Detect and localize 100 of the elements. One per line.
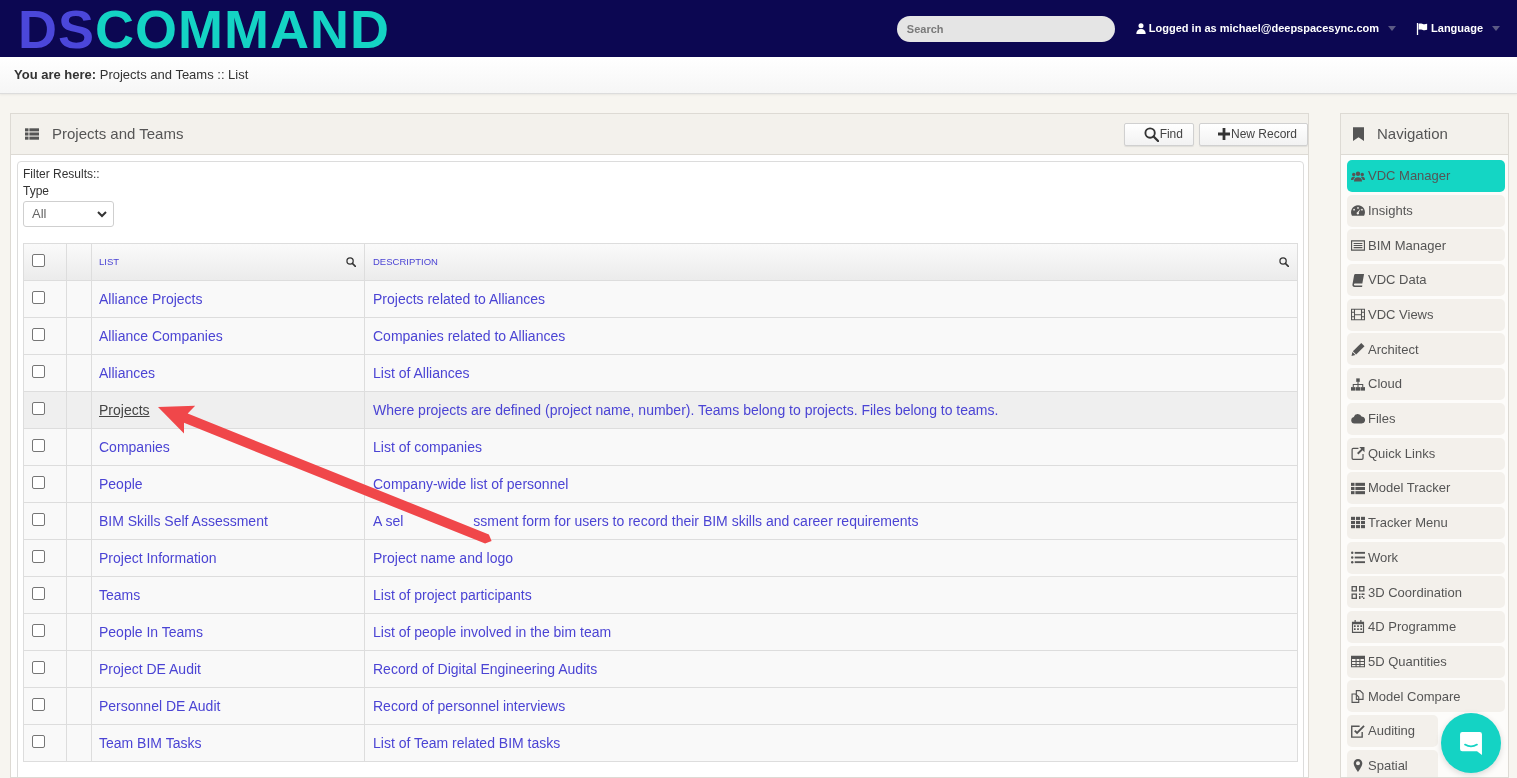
nav-item[interactable]: Cloud [1347, 368, 1505, 401]
nav-item[interactable]: Files [1347, 402, 1505, 435]
checkbox[interactable] [32, 402, 45, 415]
list-link[interactable]: Alliance Companies [99, 328, 223, 344]
chevron-down-icon [97, 210, 107, 218]
nav-item[interactable]: Work [1347, 541, 1505, 574]
external-link-icon [1351, 447, 1365, 460]
list-link[interactable]: People [99, 476, 143, 492]
checkbox[interactable] [32, 735, 45, 748]
description-link[interactable]: A sel [373, 513, 404, 529]
column-header[interactable]: DESCRIPTION [373, 254, 438, 270]
filter-label: Type [23, 183, 50, 200]
cloud-icon [1351, 412, 1365, 426]
search-icon[interactable] [346, 257, 356, 267]
description-link[interactable]: List of Alliances [373, 365, 470, 381]
list-link[interactable]: Companies [99, 439, 170, 455]
search-icon [1143, 126, 1159, 142]
nav-item[interactable]: Architect [1347, 333, 1505, 366]
book-icon [1351, 273, 1365, 287]
list-icon [1351, 481, 1365, 495]
description-link[interactable]: List of project participants [373, 587, 532, 603]
nav-item[interactable]: Insights [1347, 194, 1505, 227]
nav-item[interactable]: BIM Manager [1347, 229, 1505, 262]
plus-icon [1217, 128, 1230, 140]
column-header[interactable]: LIST [99, 254, 120, 270]
list-link[interactable]: Alliances [99, 365, 156, 381]
list-link[interactable]: People In Teams [99, 624, 204, 640]
copy-icon [1351, 689, 1365, 703]
caret-down-icon [1388, 26, 1397, 31]
navigation-title: Navigation [1377, 123, 1448, 144]
search-field[interactable]: Search [896, 15, 1115, 42]
nav-item[interactable]: Quick Links [1347, 437, 1505, 470]
film-icon [1351, 308, 1365, 322]
user-menu[interactable]: Logged in as michael@deepspacesync.com [1135, 20, 1397, 37]
toolbar-button[interactable]: Find [1123, 122, 1194, 146]
checkbox[interactable] [32, 254, 45, 267]
list-box-icon [1351, 238, 1365, 252]
checkbox[interactable] [32, 698, 45, 711]
checkbox[interactable] [32, 587, 45, 600]
nav-item[interactable]: Auditing [1347, 715, 1438, 747]
checkbox-icon [1351, 724, 1365, 738]
search-icon[interactable] [1279, 257, 1289, 267]
checkbox[interactable] [32, 328, 45, 341]
checkbox[interactable] [32, 291, 45, 304]
type-select[interactable]: All [23, 201, 114, 227]
nav-item[interactable]: Spatial [1347, 749, 1438, 777]
list-link[interactable]: Project DE Audit [99, 661, 201, 677]
nav-item[interactable]: 4D Programme [1347, 610, 1505, 643]
logo: DSCOMMAND [18, 3, 390, 54]
gauge-icon [1351, 204, 1365, 218]
checkbox[interactable] [32, 476, 45, 489]
list-link[interactable]: Alliance Projects [99, 291, 203, 307]
description-link[interactable]: Record of personnel interviews [373, 698, 566, 714]
calendar-icon [1351, 620, 1365, 634]
nav-item[interactable]: 5D Quantities [1347, 645, 1505, 678]
caret-down-icon [1492, 26, 1500, 31]
list-icon [25, 128, 39, 140]
nav-item[interactable]: 3D Coordination [1347, 576, 1505, 609]
checkbox[interactable] [32, 513, 45, 526]
nav-item[interactable]: Model Compare [1347, 680, 1505, 713]
table-icon [1351, 655, 1365, 669]
description-link[interactable]: Project name and logo [373, 550, 514, 566]
list-link[interactable]: Projects [99, 402, 150, 418]
language-menu[interactable]: Language [1416, 20, 1500, 37]
bullet-list-icon [1351, 551, 1365, 565]
chat-icon [1460, 731, 1482, 755]
checkbox[interactable] [32, 624, 45, 637]
nav-item[interactable]: VDC Manager [1347, 160, 1505, 192]
grid-icon [1351, 516, 1365, 530]
checkbox[interactable] [32, 439, 45, 452]
list-link[interactable]: Personnel DE Audit [99, 698, 221, 714]
flag-icon [1416, 22, 1429, 35]
qr-code-icon [1351, 585, 1365, 599]
list-link[interactable]: Team BIM Tasks [99, 735, 202, 751]
sitemap-icon [1351, 377, 1365, 391]
nav-item[interactable]: VDC Data [1347, 264, 1505, 297]
description-link[interactable]: Company-wide list of personnel [373, 476, 569, 492]
description-link[interactable]: ssment form for users to record their BIM skills and career requirements [473, 513, 919, 529]
description-link[interactable]: Projects related to Alliances [373, 291, 545, 307]
checkbox[interactable] [32, 365, 45, 378]
bookmark-icon [1353, 127, 1364, 141]
description-link[interactable]: List of people involved in the bim team [373, 624, 612, 640]
description-link[interactable]: List of Team related BIM tasks [373, 735, 561, 751]
description-link[interactable]: Record of Digital Engineering Audits [373, 661, 598, 677]
nav-item[interactable]: VDC Views [1347, 298, 1505, 331]
filter-heading: Filter Results:: [23, 166, 101, 183]
panel-title: Projects and Teams [52, 123, 184, 144]
checkbox[interactable] [32, 661, 45, 674]
users-icon [1351, 169, 1365, 183]
description-link[interactable]: List of companies [373, 439, 482, 455]
nav-item[interactable]: Tracker Menu [1347, 506, 1505, 539]
list-link[interactable]: Teams [99, 587, 141, 603]
toolbar-button[interactable]: New Record [1198, 122, 1308, 146]
breadcrumb: You are here: Projects and Teams :: List [14, 66, 249, 85]
map-marker-icon [1351, 759, 1365, 773]
list-link[interactable]: Project Information [99, 550, 217, 566]
nav-item[interactable]: Model Tracker [1347, 472, 1505, 505]
description-link[interactable]: Companies related to Alliances [373, 328, 566, 344]
user-icon [1135, 23, 1146, 34]
checkbox[interactable] [32, 550, 45, 563]
